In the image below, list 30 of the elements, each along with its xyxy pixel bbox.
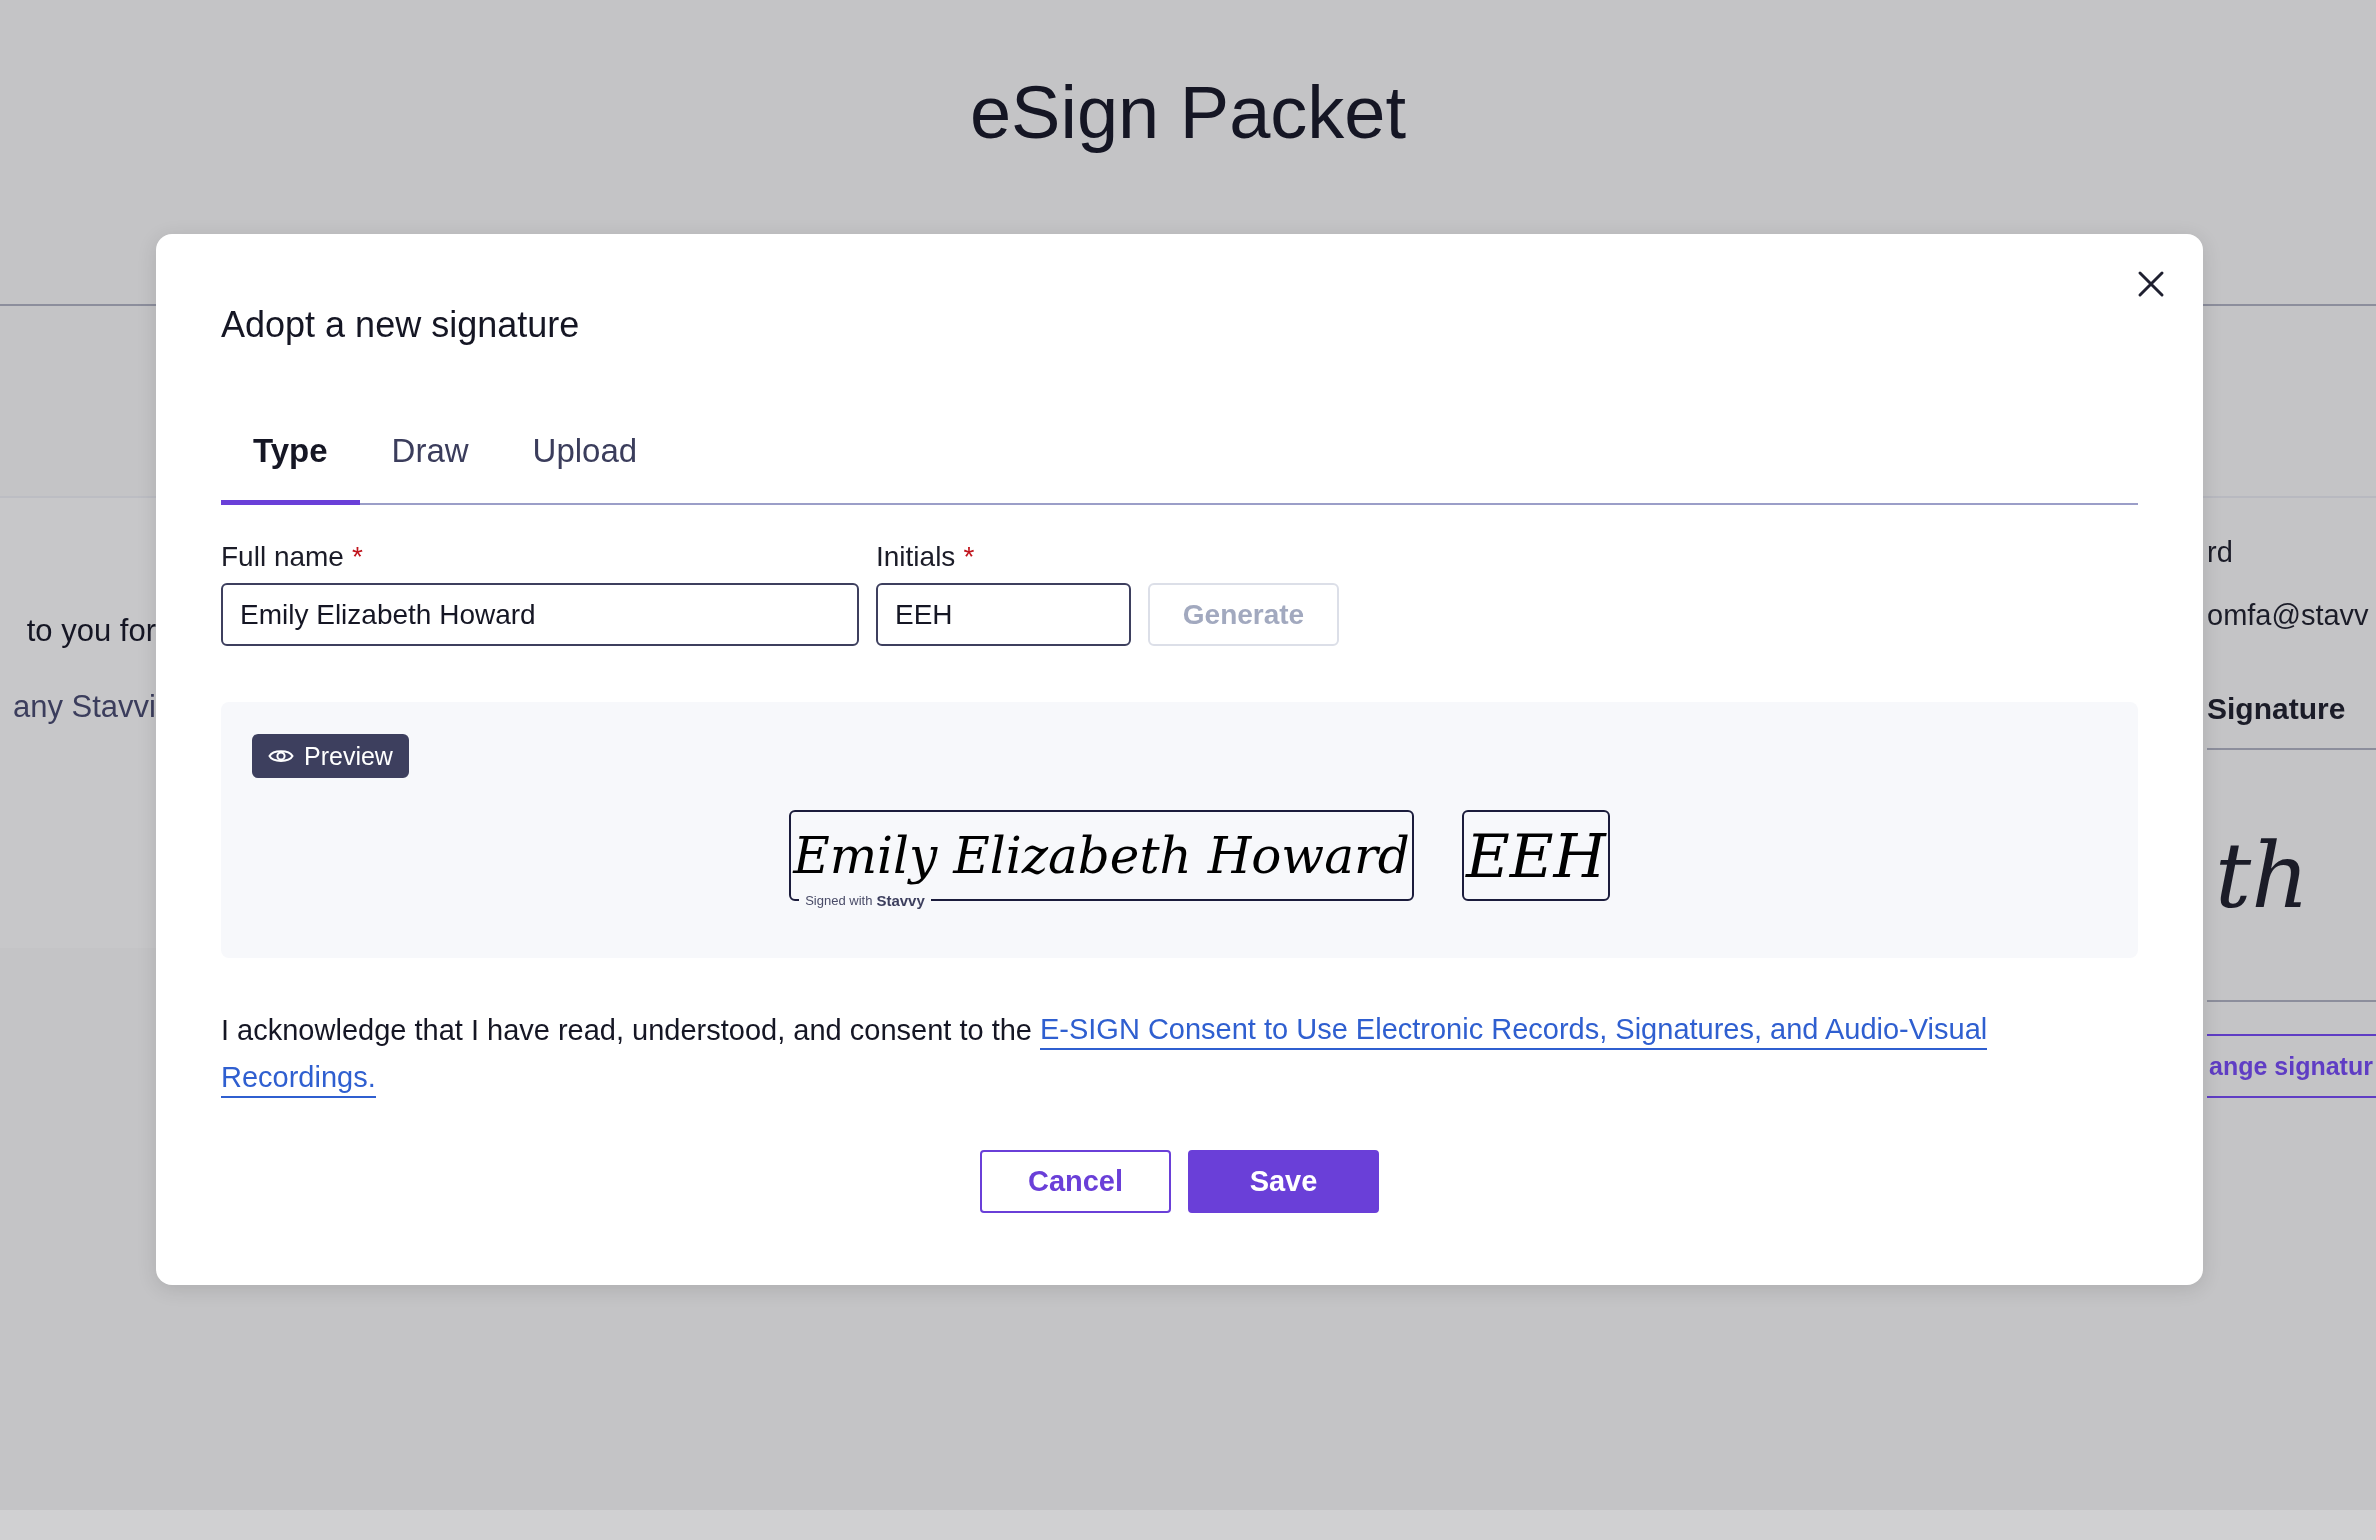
consent-text: I acknowledge that I have read, understood, and consent to the: [221, 1013, 1032, 1048]
signed-with-text: Signed with: [799, 893, 877, 909]
signature-text: Emily Elizabeth Howard: [793, 826, 1410, 885]
body-text: omfa@stavv: [2207, 599, 2369, 632]
tab[interactable]: Type: [221, 414, 360, 505]
tab[interactable]: Upload: [500, 414, 670, 505]
body-text: to you for: [26, 613, 156, 649]
input-field[interactable]: EEH: [876, 583, 1131, 646]
cancel-button[interactable]: Cancel: [980, 1150, 1171, 1213]
body-text: any Stavvi: [13, 689, 156, 725]
input-field[interactable]: Emily Elizabeth Howard: [221, 583, 859, 646]
page-title: eSign Packet: [969, 70, 1407, 155]
eye-icon: [268, 747, 294, 765]
signature-text: th: [2215, 822, 2310, 928]
close-icon[interactable]: [2137, 270, 2165, 298]
brand-text: Stavvy: [876, 893, 931, 909]
section-heading: Signature: [2207, 692, 2346, 726]
consent-link[interactable]: E-SIGN Consent to Use Electronic Records, Signatures, and Audio-Visual: [1039, 1010, 1988, 1050]
required-mark: *: [351, 541, 363, 573]
tab[interactable]: Draw: [359, 414, 501, 505]
field-label: Initials: [876, 541, 956, 573]
save-button[interactable]: Save: [1188, 1150, 1379, 1213]
dialog-title: Adopt a new signature: [221, 304, 581, 346]
initials-text: EEH: [1465, 820, 1606, 891]
field-label: Full name: [221, 541, 344, 573]
change-signature-button[interactable]: ange signatur: [2207, 1034, 2376, 1098]
consent-link[interactable]: Recordings.: [221, 1058, 376, 1098]
badge-label: Preview: [304, 741, 393, 771]
body-text: rd: [2207, 536, 2233, 569]
required-mark: *: [963, 541, 975, 573]
